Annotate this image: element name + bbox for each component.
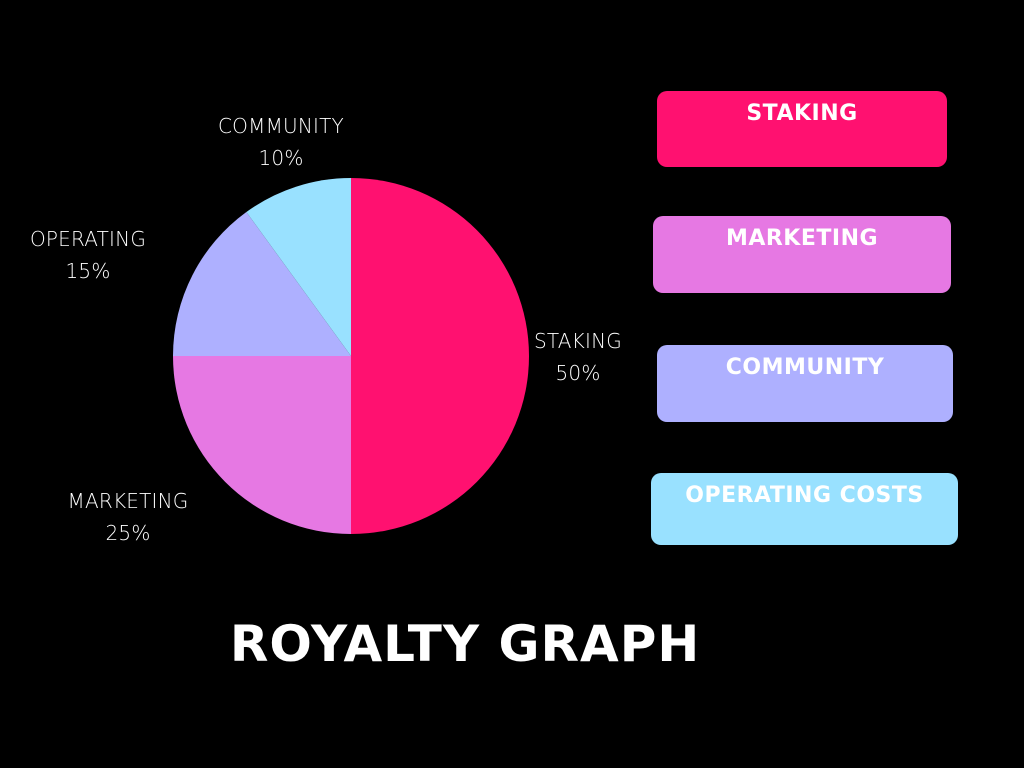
slice-label-marketing-value: 25% [105,521,151,545]
legend-item-operating-costs: OPERATING COSTS [651,473,958,545]
slice-label-staking-value: 50% [555,361,601,385]
slice-label-staking-name: STAKING [534,329,622,353]
legend-label-community: COMMUNITY [725,355,885,380]
slice-label-community-name: COMMUNITY [218,114,344,138]
slice-label-community: COMMUNITY 10% [206,110,356,174]
slice-label-operating-name: OPERATING [29,227,147,251]
slice-label-marketing: MARKETING 25% [53,485,203,549]
slice-label-community-value: 10% [258,146,304,170]
legend-label-operating-costs: OPERATING COSTS [685,483,924,508]
chart-title: ROYALTY GRAPH [229,615,701,673]
slice-label-operating: OPERATING 15% [18,223,158,287]
legend-item-community: COMMUNITY [657,345,953,422]
slice-label-marketing-name: MARKETING [67,489,189,513]
legend-label-staking: STAKING [746,101,858,126]
pie-slice-staking [351,178,529,534]
slice-label-operating-value: 15% [65,259,111,283]
legend-label-marketing: MARKETING [725,226,879,251]
legend-item-staking: STAKING [657,91,947,167]
legend-item-marketing: MARKETING [653,216,951,293]
slice-label-staking: STAKING 50% [523,325,633,389]
